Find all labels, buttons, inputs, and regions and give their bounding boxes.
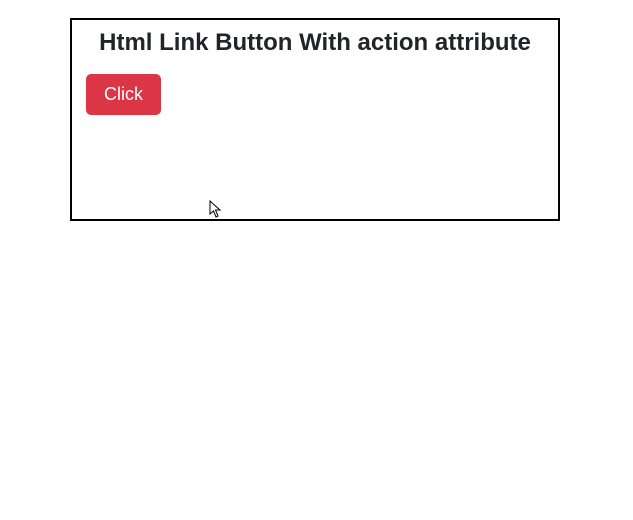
click-button[interactable]: Click [86,74,161,115]
example-panel: Html Link Button With action attribute C… [70,18,560,221]
page-title: Html Link Button With action attribute [86,28,544,58]
cursor-icon [209,200,223,218]
